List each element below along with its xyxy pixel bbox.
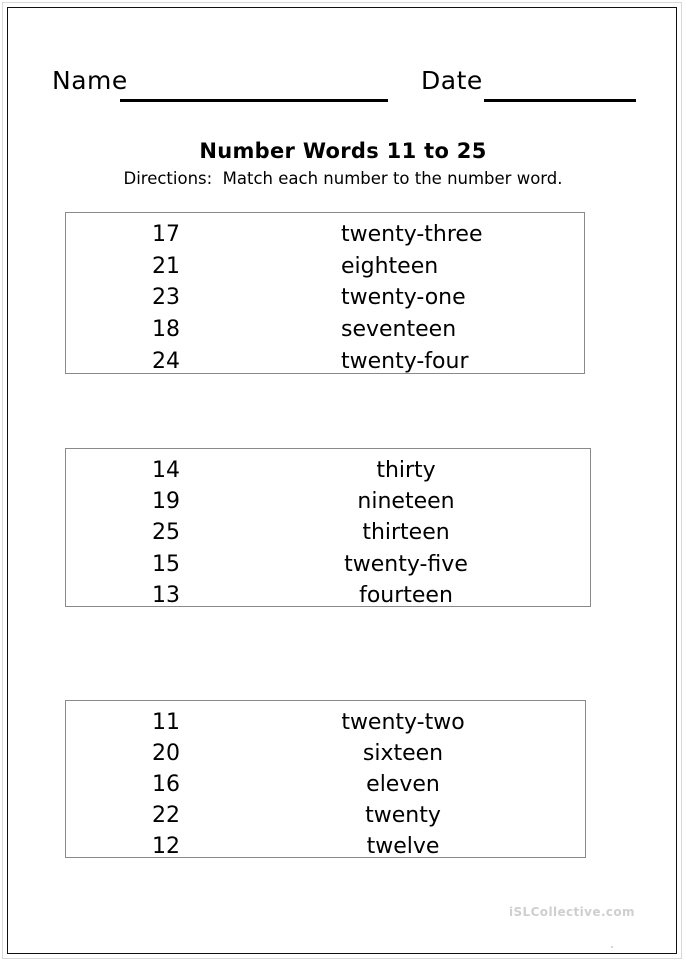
name-label: Name (52, 66, 128, 95)
number-value: 19 (152, 489, 180, 515)
number-word-value: twenty-five (344, 551, 468, 577)
worksheet-page: Name Date Number Words 11 to 25 Directio… (0, 0, 686, 963)
number-value: 12 (152, 834, 180, 859)
name-date-header: Name Date (0, 66, 686, 110)
number-value: 18 (152, 317, 180, 343)
match-row[interactable]: 21 eighteen (66, 251, 584, 283)
number-value: 11 (152, 710, 180, 735)
match-box: 11 twenty-two 20 sixteen 16 eleven 22 twenty 12 t… (65, 700, 586, 859)
match-rows: 17 twenty-three 21 eighteen 23 twenty-one 18 se… (66, 219, 584, 377)
match-row[interactable]: 12 twelve (66, 831, 585, 862)
date-label: Date (421, 66, 483, 95)
match-row[interactable]: 25 thirteen (66, 517, 590, 548)
number-value: 20 (152, 741, 180, 766)
match-box: 17 twenty-three 21 eighteen 23 twenty-one 18 se… (65, 212, 585, 374)
number-word-value: twenty-two (341, 710, 465, 735)
page-title: Number Words 11 to 25 (199, 139, 487, 163)
name-write-line[interactable] (120, 99, 388, 102)
number-word-value: thirty (376, 458, 436, 484)
number-word-value: thirteen (362, 520, 450, 546)
number-value: 14 (152, 458, 180, 484)
number-word-value: twenty-one (341, 285, 466, 311)
number-word-value: seventeen (341, 317, 457, 343)
match-row[interactable]: 24 twenty-four (66, 345, 584, 377)
number-word-value: twenty (365, 803, 441, 828)
match-row[interactable]: 15 twenty-five (66, 549, 590, 580)
number-value: 22 (152, 803, 180, 828)
match-rows: 11 twenty-two 20 sixteen 16 eleven 22 twenty 12 t… (66, 707, 585, 862)
match-row[interactable]: 11 twenty-two (66, 707, 585, 738)
number-value: 23 (152, 285, 180, 311)
match-row[interactable]: 16 eleven (66, 769, 585, 800)
match-row[interactable]: 13 fourteen (66, 580, 590, 611)
number-word-value: sixteen (362, 741, 444, 766)
number-word-value: fourteen (359, 582, 453, 608)
match-row[interactable]: 18 seventeen (66, 314, 584, 346)
watermark: iSLCollective.com (509, 905, 635, 919)
date-write-line[interactable] (484, 99, 636, 102)
match-row[interactable]: 14 thirty (66, 455, 590, 486)
stray-dot (611, 946, 613, 948)
number-value: 17 (152, 222, 180, 248)
number-word-value: eighteen (341, 253, 439, 279)
match-row[interactable]: 20 sixteen (66, 738, 585, 769)
number-word-value: twenty-three (341, 222, 483, 248)
match-row[interactable]: 22 twenty (66, 800, 585, 831)
number-value: 24 (152, 348, 180, 374)
number-value: 16 (152, 772, 180, 797)
match-row[interactable]: 19 nineteen (66, 486, 590, 517)
number-word-value: twenty-four (341, 348, 469, 374)
match-box: 14 thirty 19 nineteen 25 thirteen 15 twenty-fiv… (65, 448, 591, 608)
number-value: 15 (152, 551, 180, 577)
number-word-value: eleven (366, 772, 440, 797)
match-row[interactable]: 17 twenty-three (66, 219, 584, 251)
match-row[interactable]: 23 twenty-one (66, 282, 584, 314)
number-value: 25 (152, 520, 180, 546)
directions-text: Directions: Match each number to the num… (123, 169, 563, 188)
number-value: 13 (152, 582, 180, 608)
number-word-value: twelve (366, 834, 440, 859)
match-rows: 14 thirty 19 nineteen 25 thirteen 15 twenty-fiv… (66, 455, 590, 611)
number-word-value: nineteen (357, 489, 455, 515)
number-value: 21 (152, 253, 180, 279)
